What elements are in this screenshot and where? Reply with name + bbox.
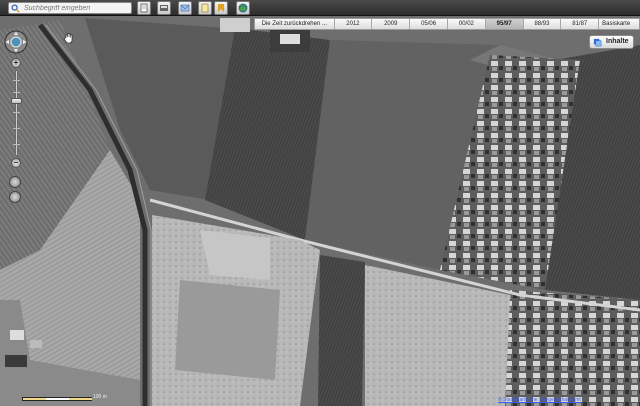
- scale-label: 100 m: [93, 394, 107, 400]
- view-mode-button[interactable]: [9, 176, 21, 188]
- bookmark-button[interactable]: [214, 1, 228, 15]
- zoom-out-button[interactable]: −: [11, 158, 21, 168]
- layers-icon: [593, 38, 602, 47]
- bookmark-icon: [218, 4, 224, 12]
- aerial-photo-map[interactable]: [0, 0, 640, 406]
- save-button[interactable]: [157, 1, 171, 15]
- mail-button[interactable]: [178, 1, 192, 15]
- document-button[interactable]: [198, 1, 212, 15]
- zoom-tick: [13, 80, 20, 81]
- timeline-year-81-87[interactable]: 81/87: [561, 19, 600, 29]
- top-toolbar: [0, 0, 640, 16]
- scale-segment: [69, 398, 92, 400]
- pan-compass[interactable]: [4, 30, 28, 54]
- basemap-button[interactable]: Basiskarte: [599, 19, 639, 29]
- timeline-year-00-02[interactable]: 00/02: [448, 19, 486, 29]
- search-icon[interactable]: [11, 4, 20, 13]
- globe-icon: [238, 3, 248, 13]
- scale-segment: [23, 398, 46, 400]
- search-input[interactable]: [24, 3, 129, 13]
- timeline-year-05-06[interactable]: 05/06: [410, 19, 448, 29]
- timeline-year-2012[interactable]: 2012: [335, 19, 373, 29]
- globe-button[interactable]: [236, 1, 250, 15]
- zoom-in-button[interactable]: +: [11, 58, 21, 68]
- print-icon: [140, 3, 148, 13]
- view-mode-button[interactable]: [9, 191, 21, 203]
- mail-icon: [180, 4, 190, 12]
- timeline-label: Die Zeit zurückdrehen ...: [255, 19, 335, 29]
- zoom-slider-handle[interactable]: [11, 98, 22, 104]
- save-icon: [160, 5, 168, 11]
- zoom-tick: [13, 92, 20, 93]
- timeline-bar: Die Zeit zurückdrehen ... 2012 2009 05/0…: [254, 18, 640, 30]
- copyright-link[interactable]: © Stadt Karlsruhe | Liegenschaftsamt: [498, 397, 581, 403]
- contents-label: Inhalte: [606, 38, 629, 45]
- zoom-tick: [13, 128, 20, 129]
- timeline-year-88-93[interactable]: 88/93: [524, 19, 562, 29]
- search-box[interactable]: [8, 2, 132, 14]
- timeline-year-2009[interactable]: 2009: [372, 19, 411, 29]
- print-button[interactable]: [137, 1, 151, 15]
- zoom-tick: [13, 112, 20, 113]
- zoom-tick: [13, 144, 20, 145]
- document-icon: [201, 3, 209, 13]
- hand-cursor-icon: [63, 33, 73, 44]
- timeline-year-95-97[interactable]: 95/97: [485, 19, 524, 29]
- scale-bar: [22, 397, 92, 401]
- contents-button[interactable]: Inhalte: [589, 35, 634, 49]
